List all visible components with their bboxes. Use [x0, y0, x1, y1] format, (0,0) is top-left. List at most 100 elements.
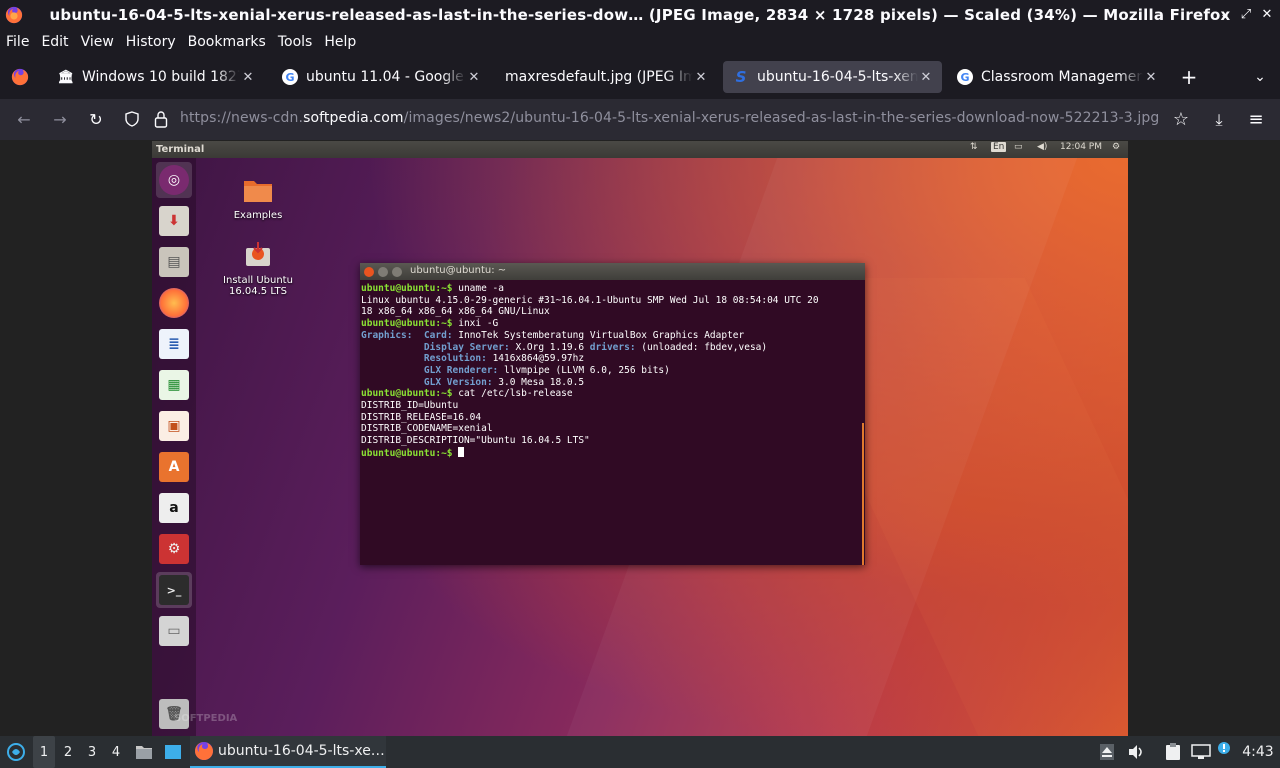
list-all-tabs-button[interactable]: ⌄: [1250, 66, 1270, 88]
keyboard-layout-indicator: En: [991, 142, 1007, 152]
terminal-text: inxi -G: [452, 318, 499, 330]
network-icon[interactable]: [1190, 736, 1212, 768]
terminal-text: uname -a: [452, 283, 504, 294]
terminal-line: 18 x86_64 x86_64 x86_64 GNU/Linux: [361, 306, 865, 318]
terminal-prompt: ubuntu@ubuntu:~$: [361, 318, 453, 330]
new-tab-button[interactable]: +: [1178, 66, 1200, 88]
google-icon: G: [282, 69, 298, 85]
maximize-icon: [392, 266, 402, 277]
close-window-button[interactable]: ✕: [1259, 7, 1275, 23]
terminal-line: ubuntu@ubuntu:~$ uname -a: [361, 283, 865, 295]
terminal-line: Resolution: 1416x864@59.97hz: [361, 353, 865, 365]
amazon-icon: a: [156, 490, 192, 526]
show-desktop-icon[interactable]: [162, 736, 184, 768]
window-titlebar: ubuntu-16-04-5-lts-xenial-xerus-released…: [0, 0, 1280, 30]
taskbar-task-firefox[interactable]: ubuntu-16-04-5-lts-xe…: [190, 736, 386, 768]
terminal-key: Graphics:: [361, 329, 413, 341]
minimize-button[interactable]: ⌄: [1217, 7, 1233, 23]
terminal-text: DISTRIB_CODENAME=xenial: [361, 423, 493, 435]
tab-classroom-management[interactable]: G Classroom Management ✕: [947, 61, 1167, 93]
lock-icon[interactable]: [154, 110, 168, 128]
tab-softpedia-image[interactable]: S ubuntu-16-04-5-lts-xenia ✕: [723, 61, 942, 93]
terminal-line: ubuntu@ubuntu:~$ cat /etc/lsb-release: [361, 388, 865, 400]
taskbar: 1 2 3 4 ubuntu-16-04-5-lts-xe… 4:43: [0, 736, 1280, 768]
reload-button[interactable]: ↻: [85, 109, 107, 131]
tab-maxresdefault[interactable]: maxresdefault.jpg (JPEG Ima ✕: [497, 61, 717, 93]
menu-edit[interactable]: Edit: [41, 34, 68, 50]
virtual-desktop-4[interactable]: 4: [105, 736, 127, 768]
tab-windows-10[interactable]: 🏛 Windows 10 build 18277 ✕: [48, 61, 264, 93]
menu-bookmarks[interactable]: Bookmarks: [188, 34, 266, 50]
menu-tools[interactable]: Tools: [278, 34, 313, 50]
terminal-text: DISTRIB_ID=Ubuntu: [361, 400, 459, 412]
virtual-desktop-3[interactable]: 3: [81, 736, 103, 768]
volume-icon[interactable]: [1126, 736, 1146, 768]
downloads-button[interactable]: ⤓: [1208, 109, 1230, 131]
terminal-pad: [412, 330, 423, 341]
bookmark-star-icon[interactable]: ☆: [1170, 109, 1192, 131]
shield-icon[interactable]: [124, 111, 140, 127]
clipboard-icon[interactable]: [1163, 736, 1183, 768]
url-text[interactable]: https://news-cdn.softpedia.com/images/ne…: [180, 110, 1159, 126]
file-manager-icon[interactable]: [133, 736, 155, 768]
terminal-titlebar: ubuntu@ubuntu: ~: [360, 263, 865, 280]
network-icon: ⇅: [970, 142, 978, 152]
panel-clock[interactable]: 4:43: [1240, 736, 1276, 768]
close-tab-icon[interactable]: ✕: [240, 70, 256, 85]
notifications-icon[interactable]: [1216, 736, 1232, 768]
firefox-icon: [195, 742, 213, 760]
tab-ubuntu-google[interactable]: G ubuntu 11.04 - Google Se ✕: [272, 61, 490, 93]
terminal-prompt: ubuntu@ubuntu:~$: [361, 283, 453, 294]
folder-icon: [136, 746, 152, 759]
terminal-line: Linux ubuntu 4.15.0-29-generic #31~16.04…: [361, 295, 865, 307]
back-button[interactable]: ←: [13, 109, 35, 131]
close-tab-icon[interactable]: ✕: [466, 70, 482, 85]
terminal-prompt: ubuntu@ubuntu:~$: [361, 447, 453, 459]
impress-icon: ▣: [156, 408, 192, 444]
library-icon: 🏛: [57, 69, 75, 85]
url-bar[interactable]: https://news-cdn.softpedia.com/images/ne…: [118, 103, 1200, 135]
pinned-tab-firefox[interactable]: [8, 61, 32, 93]
close-tab-icon[interactable]: ✕: [1143, 70, 1159, 85]
app-launcher-icon[interactable]: [4, 736, 28, 768]
terminal-line: ubuntu@ubuntu:~$ inxi -G: [361, 318, 865, 330]
terminal-output: ubuntu@ubuntu:~$ uname -a Linux ubuntu 4.…: [360, 280, 865, 460]
terminal-key: GLX Renderer:: [423, 364, 499, 376]
forward-button[interactable]: →: [49, 109, 71, 131]
terminal-text: llvmpipe (LLVM 6.0, 256 bits): [498, 364, 670, 376]
screenshot-image: Terminal ⇅ En ▭ ◀) 12:04 PM ⚙ ◎ ⬇ ▤ ≣ ▦ …: [152, 141, 1128, 736]
virtual-desktop-1[interactable]: 1: [33, 736, 55, 768]
virtual-desktop-2[interactable]: 2: [57, 736, 79, 768]
maximize-button[interactable]: ⤢: [1238, 7, 1254, 23]
launcher-logo-icon: [7, 743, 25, 761]
ubuntu-launcher: ◎ ⬇ ▤ ≣ ▦ ▣ A a ⚙ >_ ▭ 🗑: [152, 158, 196, 736]
terminal-line: DISTRIB_ID=Ubuntu: [361, 400, 865, 412]
software-center-icon: A: [156, 449, 192, 485]
google-icon: G: [957, 69, 973, 85]
menu-history[interactable]: History: [126, 34, 176, 50]
close-tab-icon[interactable]: ✕: [693, 70, 709, 85]
terminal-line: GLX Renderer: llvmpipe (LLVM 6.0, 256 bi…: [361, 365, 865, 377]
terminal-key: GLX Version:: [423, 376, 493, 388]
terminal-scrollbar: [862, 423, 864, 565]
active-app-title: Terminal: [156, 144, 205, 155]
menu-help[interactable]: Help: [324, 34, 356, 50]
eject-icon[interactable]: [1098, 736, 1116, 768]
menu-file[interactable]: File: [6, 34, 29, 50]
menu-view[interactable]: View: [81, 34, 114, 50]
terminal-text: X.Org 1.19.6: [509, 341, 590, 353]
softpedia-icon: S: [735, 68, 747, 86]
install-ubuntu-icon: [246, 242, 270, 266]
terminal-key: drivers:: [589, 341, 636, 353]
image-viewport: Terminal ⇅ En ▭ ◀) 12:04 PM ⚙ ◎ ⬇ ▤ ≣ ▦ …: [0, 140, 1280, 736]
terminal-pad: [361, 342, 424, 353]
close-icon: [364, 266, 374, 277]
terminal-prompt: ubuntu@ubuntu:~$: [361, 388, 453, 400]
install-ubuntu-icon: ⬇: [156, 203, 192, 239]
tab-strip: 🏛 Windows 10 build 18277 ✕ G ubuntu 11.0…: [0, 55, 1280, 99]
gear-icon: ⚙: [1112, 142, 1121, 152]
volume-icon: ◀): [1037, 142, 1048, 152]
calc-icon: ▦: [156, 367, 192, 403]
close-tab-icon[interactable]: ✕: [918, 70, 934, 85]
app-menu-button[interactable]: ≡: [1245, 109, 1267, 131]
